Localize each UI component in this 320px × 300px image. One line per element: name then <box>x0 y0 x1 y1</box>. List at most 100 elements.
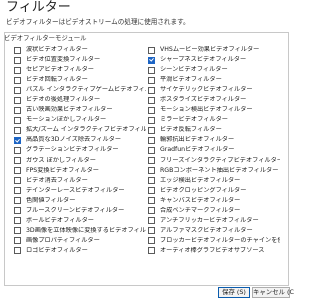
checkbox-unchecked[interactable] <box>148 116 155 124</box>
filter-checkbox-item[interactable]: 3D画像を立体映像に変換するビデオフィルター <box>14 226 146 236</box>
filter-label: アンチフリッカービデオフィルター <box>160 216 259 224</box>
filter-label: キャンバスビデオフィルター <box>160 196 241 204</box>
checkbox-unchecked[interactable] <box>148 227 155 235</box>
filter-label: ビデオ位置変換フィルター <box>26 56 101 64</box>
filter-label: デインターレースビデオフィルター <box>26 186 125 194</box>
filter-checkbox-item[interactable]: ビデオ反転フィルター <box>148 125 280 135</box>
checkbox-unchecked[interactable] <box>14 157 21 165</box>
checkbox-unchecked[interactable] <box>14 106 21 114</box>
checkbox-unchecked[interactable] <box>148 237 155 245</box>
filter-checkbox-item[interactable]: サイケデリックビデオフィルター <box>148 85 280 95</box>
filter-checkbox-item[interactable]: ガウス ぼかしフィルター <box>14 156 146 166</box>
checkbox-unchecked[interactable] <box>14 197 21 205</box>
checkbox-unchecked[interactable] <box>148 167 155 175</box>
filter-checkbox-item[interactable]: VHSムービー効果ビデオフィルター <box>148 45 280 55</box>
filter-checkbox-item[interactable]: ビデオ位置変換フィルター <box>14 55 146 65</box>
checkbox-unchecked[interactable] <box>14 66 21 74</box>
checkbox-unchecked[interactable] <box>14 76 21 84</box>
filter-checkbox-item[interactable]: 輪郭抗出ビデオフィルター <box>148 135 280 145</box>
filter-checkbox-item[interactable]: ポスタライズビデオフィルター <box>148 95 280 105</box>
checkbox-unchecked[interactable] <box>148 187 155 195</box>
filter-checkbox-item[interactable]: アンチフリッカービデオフィルター <box>148 216 280 226</box>
filter-checkbox-item[interactable]: アルファマスクビデオフィルター <box>148 226 280 236</box>
filter-checkbox-item[interactable]: FPS変換ビデオフィルター <box>14 166 146 176</box>
checkbox-unchecked[interactable] <box>14 177 21 185</box>
filter-label: ビデオ消去フィルター <box>26 176 88 184</box>
checkbox-unchecked[interactable] <box>14 56 21 64</box>
filter-checkbox-item[interactable]: Gradfunビデオフィルター <box>148 145 280 155</box>
filter-label: ミラービデオフィルター <box>160 116 228 124</box>
filter-checkbox-item[interactable]: シーンビデオフィルター <box>148 65 280 75</box>
filter-checkbox-item[interactable]: 画像プロパティフィルター <box>14 236 146 246</box>
filter-checkbox-item[interactable]: ビデオ消去フィルター <box>14 176 146 186</box>
filter-label: 3D画像を立体映像に変換するビデオフィルター <box>26 226 146 234</box>
checkbox-unchecked[interactable] <box>148 66 155 74</box>
checkbox-unchecked[interactable] <box>148 96 155 104</box>
filter-label: ビデオ反転フィルター <box>160 126 222 134</box>
filter-checkbox-item[interactable]: シャープネスビデオフィルター <box>148 55 280 65</box>
filter-checkbox-item[interactable]: ブロッカービデオフィルターのチャインを使用 <box>148 236 280 246</box>
checkbox-unchecked[interactable] <box>148 106 155 114</box>
filter-checkbox-item[interactable]: モーションぼかしフィルター <box>14 115 146 125</box>
checkbox-unchecked[interactable] <box>148 126 155 134</box>
checkbox-unchecked[interactable] <box>14 146 21 154</box>
checkbox-unchecked[interactable] <box>148 207 155 215</box>
filter-label: グラデーションビデオフィルター <box>26 146 119 154</box>
filter-checkbox-item[interactable]: ビデオの後処理フィルター <box>14 95 146 105</box>
filter-checkbox-item[interactable]: グラデーションビデオフィルター <box>14 145 146 155</box>
filter-checkbox-item[interactable]: 色関値フィルター <box>14 196 146 206</box>
filter-checkbox-item[interactable]: エッジ検出ビデオフィルター <box>148 176 280 186</box>
filter-checkbox-item[interactable]: ロゴビデオフィルター <box>14 246 146 256</box>
filter-checkbox-item[interactable]: セピアビデオフィルター <box>14 65 146 75</box>
filter-label: ブロッカービデオフィルターのチャインを使用 <box>160 236 280 244</box>
filter-checkbox-item[interactable]: 波状ビデオフィルター <box>14 45 146 55</box>
checkbox-unchecked[interactable] <box>14 237 21 245</box>
checkbox-unchecked[interactable] <box>148 136 155 144</box>
checkbox-unchecked[interactable] <box>14 247 21 255</box>
filter-checkbox-item[interactable]: キャンバスビデオフィルター <box>148 196 280 206</box>
filter-label: 古い映画効果ビデオフィルター <box>26 106 113 114</box>
filter-checkbox-item[interactable]: フリーズインタラクティブビデオフィルター <box>148 156 280 166</box>
checkbox-unchecked[interactable] <box>14 167 21 175</box>
filter-checkbox-item[interactable]: ミラービデオフィルター <box>148 115 280 125</box>
checkbox-unchecked[interactable] <box>148 146 155 154</box>
checkbox-unchecked[interactable] <box>148 46 155 54</box>
checkbox-unchecked[interactable] <box>14 126 21 134</box>
filter-checkbox-item[interactable]: モーション検出ビデオフィルター <box>148 105 280 115</box>
checkbox-unchecked[interactable] <box>14 86 21 94</box>
filter-checkbox-item[interactable]: ボールビデオフィルター <box>14 216 146 226</box>
checkbox-unchecked[interactable] <box>14 217 21 225</box>
filter-label: ポスタライズビデオフィルター <box>160 96 247 104</box>
checkbox-unchecked[interactable] <box>14 227 21 235</box>
save-button[interactable]: 保存 (S) <box>218 287 250 298</box>
checkbox-unchecked[interactable] <box>148 76 155 84</box>
cancel-button[interactable]: キャンセル (C) <box>252 287 294 298</box>
filter-checkbox-item[interactable]: 拡大/ズーム インタラクティブビデオフィルター <box>14 125 146 135</box>
filter-checkbox-item[interactable]: パズル インタラクティブゲームビデオフィルター <box>14 85 146 95</box>
filter-checkbox-item[interactable]: ビデオ回転フィルター <box>14 75 146 85</box>
filter-checkbox-item[interactable]: デインターレースビデオフィルター <box>14 186 146 196</box>
checkbox-unchecked[interactable] <box>14 116 21 124</box>
checkbox-unchecked[interactable] <box>148 217 155 225</box>
checkbox-unchecked[interactable] <box>148 197 155 205</box>
checkbox-unchecked[interactable] <box>148 157 155 165</box>
filter-checkbox-item[interactable]: 高品質な3Dノイズ除去フィルター <box>14 135 146 145</box>
checkbox-unchecked[interactable] <box>14 96 21 104</box>
checkbox-unchecked[interactable] <box>14 187 21 195</box>
checkbox-unchecked[interactable] <box>148 177 155 185</box>
checkbox-unchecked[interactable] <box>14 46 21 54</box>
filter-label: VHSムービー効果ビデオフィルター <box>160 46 260 54</box>
filter-checkbox-item[interactable]: 合成ベンチマークフィルター <box>148 206 280 216</box>
checkbox-unchecked[interactable] <box>14 207 21 215</box>
filter-label: ガウス ぼかしフィルター <box>26 156 96 164</box>
filter-checkbox-item[interactable]: 古い映画効果ビデオフィルター <box>14 105 146 115</box>
checkbox-checked[interactable] <box>148 56 155 64</box>
checkbox-unchecked[interactable] <box>148 86 155 94</box>
filter-checkbox-item[interactable]: オーディオ棒グラフビデオサブソース <box>148 246 280 256</box>
filter-checkbox-item[interactable]: ビデオクロッピングフィルター <box>148 186 280 196</box>
filter-checkbox-item[interactable]: RGBコンポーネント抽出ビデオフィルター <box>148 166 280 176</box>
filter-checkbox-item[interactable]: 平滑ビデオフィルター <box>148 75 280 85</box>
checkbox-unchecked[interactable] <box>148 247 155 255</box>
filter-checkbox-item[interactable]: ブルースクリーンビデオフィルター <box>14 206 146 216</box>
checkbox-checked[interactable] <box>14 136 21 144</box>
